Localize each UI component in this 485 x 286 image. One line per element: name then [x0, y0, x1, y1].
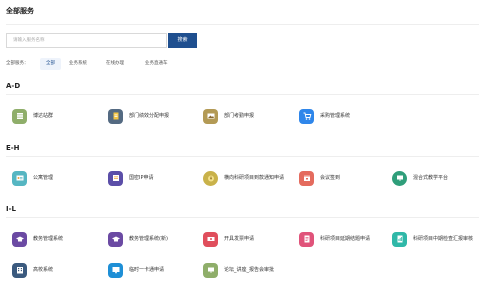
service-label: 部门考勤申报: [224, 112, 255, 119]
service-bodazhanqun[interactable]: 博达站群: [12, 106, 108, 126]
service-label: 教务管理系统: [33, 235, 64, 242]
graduation-cap-icon: [108, 231, 123, 247]
service-university-system[interactable]: 高校系统: [12, 260, 108, 280]
filter-chip-business-systems[interactable]: 业务系统: [63, 58, 93, 70]
service-label: 横向科研项目到款通知申请: [224, 174, 285, 181]
divider: [6, 217, 479, 218]
service-forum-approval[interactable]: 论坛_讲座_报告会审批: [203, 260, 299, 280]
service-label: 科研项目中期检查汇报审核: [413, 235, 474, 242]
search-button[interactable]: 搜索: [168, 33, 197, 48]
database-icon: [12, 108, 27, 124]
service-label: 高校系统: [33, 266, 54, 273]
document-icon: [108, 170, 123, 186]
cart-icon: [299, 108, 314, 124]
divider: [6, 156, 479, 157]
presentation-icon: [203, 262, 218, 278]
service-label: 论坛_讲座_报告会审批: [224, 266, 275, 273]
service-meeting-checkin[interactable]: 会议签到: [299, 168, 395, 188]
service-ip-apply[interactable]: 国密IP申请: [108, 168, 204, 188]
money-bag-icon: ¥: [203, 170, 218, 186]
service-label: 公寓管理: [33, 174, 54, 181]
service-academic-affairs[interactable]: 教务管理系统: [12, 229, 108, 249]
filter-chip-express[interactable]: 业务直通车: [139, 58, 174, 70]
service-research-midterm[interactable]: 科研项目中期检查汇报审核: [392, 229, 485, 249]
divider: [6, 94, 479, 95]
service-apartment[interactable]: 公寓管理: [12, 168, 108, 188]
filter-chip-all[interactable]: 全部: [40, 58, 61, 70]
service-procurement[interactable]: 采购管理系统: [299, 106, 395, 126]
service-dept-performance[interactable]: 部门绩效分配申报: [108, 106, 204, 126]
service-label: 教务管理系统(新): [129, 235, 168, 242]
building-icon: [12, 262, 27, 278]
service-label: 采购管理系统: [320, 112, 351, 119]
service-invoice[interactable]: 开具发票申请: [203, 229, 299, 249]
service-label: 会议签到: [320, 174, 341, 181]
filter-chip-online[interactable]: 在线办理: [100, 58, 130, 70]
divider: [6, 24, 479, 25]
service-dept-attendance[interactable]: 部门考勤申报: [203, 106, 299, 126]
service-label: 博达站群: [33, 112, 54, 119]
section-heading-i-l: I-L: [6, 205, 16, 213]
calendar-icon: [299, 170, 314, 186]
form-icon: [299, 231, 314, 247]
page-title: 全部服务: [6, 7, 34, 15]
report-icon: [392, 231, 407, 247]
presentation-icon: [392, 170, 407, 186]
ticket-icon: [203, 231, 218, 247]
photo-icon: [203, 108, 218, 124]
service-label: 临时一卡通申请: [129, 266, 165, 273]
search-input[interactable]: 请输入服务名称: [6, 33, 167, 48]
service-academic-affairs-new[interactable]: 教务管理系统(新): [108, 229, 204, 249]
service-research-payment[interactable]: ¥ 横向科研项目到款通知申请: [203, 168, 299, 188]
clipboard-icon: [108, 108, 123, 124]
filter-label: 全部服务：: [6, 61, 29, 66]
service-label: 科研项目延期结题申请: [320, 235, 371, 242]
service-label: 国密IP申请: [129, 174, 154, 181]
service-blended-teaching[interactable]: 混合式教学平台: [392, 168, 485, 188]
svg-text:¥: ¥: [209, 176, 212, 181]
graduation-cap-icon: [12, 231, 27, 247]
service-label: 开具发票申请: [224, 235, 255, 242]
service-research-extension[interactable]: 科研项目延期结题申请: [299, 229, 395, 249]
service-label: 部门绩效分配申报: [129, 112, 170, 119]
service-label: 混合式教学平台: [413, 174, 449, 181]
service-temp-card[interactable]: 临时一卡通申请: [108, 260, 204, 280]
id-card-icon: [12, 170, 27, 186]
section-heading-a-d: A-D: [6, 82, 21, 90]
monitor-icon: [108, 262, 123, 278]
section-heading-e-h: E-H: [6, 144, 20, 152]
